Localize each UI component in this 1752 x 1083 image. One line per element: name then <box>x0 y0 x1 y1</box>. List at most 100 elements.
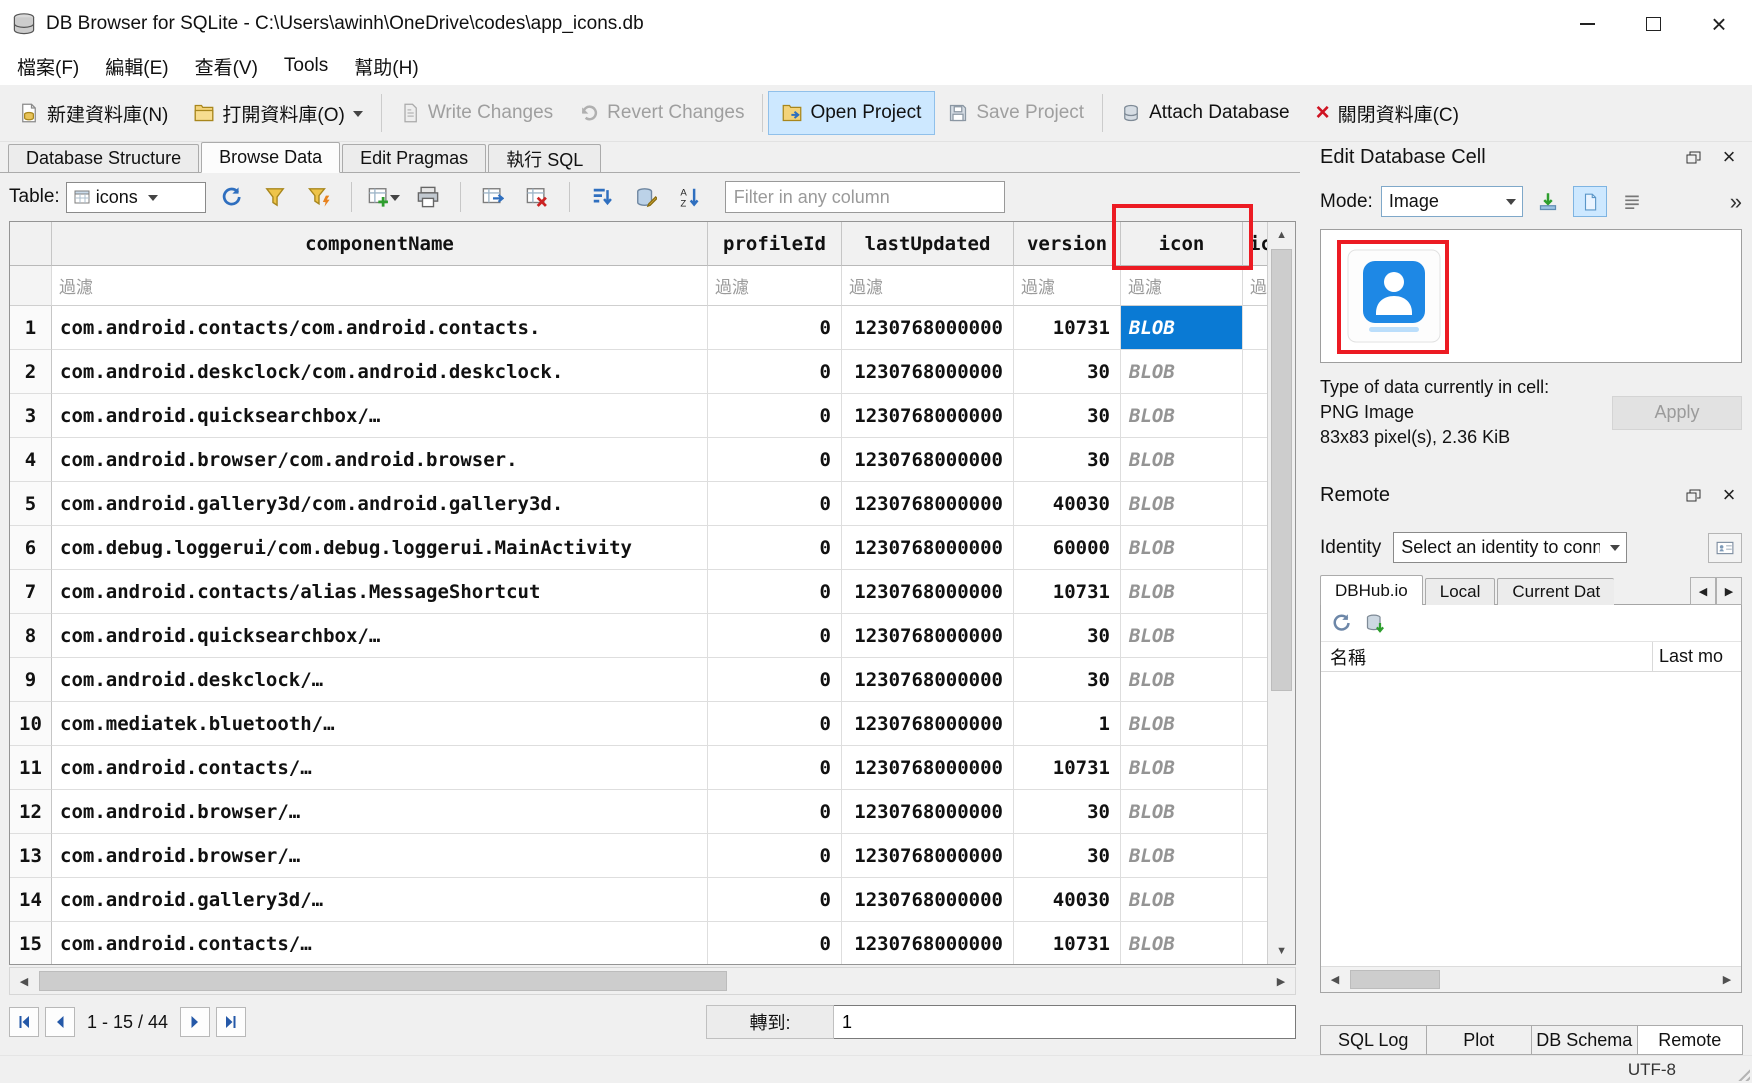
cell-icon[interactable]: BLOB <box>1121 570 1243 614</box>
cell-componentName[interactable]: com.android.quicksearchbox/… <box>52 394 708 438</box>
cell-version[interactable]: 40030 <box>1014 878 1121 922</box>
cell-componentName[interactable]: com.android.gallery3d/com.android.galler… <box>52 482 708 526</box>
cell-profileId[interactable]: 0 <box>708 658 842 702</box>
new-record-dropdown-caret[interactable] <box>390 195 400 206</box>
cell-version[interactable]: 10731 <box>1014 306 1121 350</box>
horizontal-scroll-thumb[interactable] <box>39 971 727 991</box>
cell-overflow[interactable] <box>1243 570 1267 614</box>
identity-settings-button[interactable] <box>1708 533 1742 563</box>
cell-lastUpdated[interactable]: 1230768000000 <box>842 614 1014 658</box>
cell-version[interactable]: 30 <box>1014 658 1121 702</box>
previous-page-button[interactable] <box>45 1007 75 1037</box>
horizontal-scroll-track[interactable] <box>38 968 1267 994</box>
cell-profileId[interactable]: 0 <box>708 790 842 834</box>
cell-lastUpdated[interactable]: 1230768000000 <box>842 394 1014 438</box>
cell-icon[interactable]: BLOB <box>1121 922 1243 964</box>
close-panel-button[interactable]: × <box>1716 146 1742 168</box>
new-database-button[interactable]: 新建資料庫(N) <box>6 91 181 135</box>
cell-icon[interactable]: BLOB <box>1121 482 1243 526</box>
menu-tools[interactable]: Tools <box>271 47 341 85</box>
cell-overflow[interactable] <box>1243 614 1267 658</box>
tab-browse-data[interactable]: Browse Data <box>201 142 340 173</box>
corner-header-cell[interactable] <box>10 222 52 266</box>
open-project-button[interactable]: Open Project <box>768 91 935 135</box>
refresh-button[interactable] <box>212 179 250 215</box>
cell-componentName[interactable]: com.android.contacts/com.android.contact… <box>52 306 708 350</box>
tab-scroll-right-button[interactable]: ▶ <box>1716 577 1742 605</box>
delete-record-button[interactable] <box>518 179 556 215</box>
menu-edit[interactable]: 編輯(E) <box>92 47 181 85</box>
menu-help[interactable]: 幫助(H) <box>341 47 431 85</box>
cell-version[interactable]: 10731 <box>1014 922 1121 964</box>
cell-overflow[interactable] <box>1243 922 1267 964</box>
row-number[interactable]: 13 <box>10 834 52 878</box>
cell-overflow[interactable] <box>1243 702 1267 746</box>
close-button[interactable]: × <box>1686 0 1752 47</box>
cell-componentName[interactable]: com.android.browser/… <box>52 834 708 878</box>
row-number[interactable]: 10 <box>10 702 52 746</box>
remote-horizontal-scrollbar[interactable]: ◀ ▶ <box>1321 966 1741 992</box>
undock-panel-button[interactable] <box>1680 146 1706 168</box>
cell-overflow[interactable] <box>1243 350 1267 394</box>
cell-componentName[interactable]: com.debug.loggerui/com.debug.loggerui.Ma… <box>52 526 708 570</box>
cell-version[interactable]: 10731 <box>1014 570 1121 614</box>
minimize-button[interactable] <box>1554 0 1620 47</box>
cell-profileId[interactable]: 0 <box>708 526 842 570</box>
filter-input-version[interactable]: 過濾 <box>1014 266 1121 306</box>
row-number[interactable]: 6 <box>10 526 52 570</box>
mode-select[interactable]: Image <box>1381 186 1523 217</box>
cell-overflow[interactable] <box>1243 834 1267 878</box>
horizontal-scrollbar[interactable]: ◀ ▶ <box>9 967 1296 995</box>
dock-tab-sql-log[interactable]: SQL Log <box>1320 1025 1427 1055</box>
cell-version[interactable]: 30 <box>1014 834 1121 878</box>
scroll-down-button[interactable]: ▼ <box>1268 938 1295 964</box>
cell-componentName[interactable]: com.android.browser/… <box>52 790 708 834</box>
cell-componentName[interactable]: com.android.deskclock/com.android.deskcl… <box>52 350 708 394</box>
tab-edit-pragmas[interactable]: Edit Pragmas <box>342 144 486 172</box>
cell-version[interactable]: 30 <box>1014 614 1121 658</box>
cell-componentName[interactable]: com.android.contacts/… <box>52 922 708 964</box>
row-number[interactable]: 8 <box>10 614 52 658</box>
tab-database-structure[interactable]: Database Structure <box>8 144 199 172</box>
cell-profileId[interactable]: 0 <box>708 614 842 658</box>
filter-input-componentName[interactable]: 過濾 <box>52 266 708 306</box>
tab-scroll-left-button[interactable]: ◀ <box>1690 577 1716 605</box>
tab-execute-sql[interactable]: 執行 SQL <box>488 144 601 172</box>
column-header-componentName[interactable]: componentName <box>52 222 708 266</box>
cell-lastUpdated[interactable]: 1230768000000 <box>842 922 1014 964</box>
remote-clone-database-button[interactable] <box>1365 613 1385 633</box>
cell-profileId[interactable]: 0 <box>708 746 842 790</box>
cell-version[interactable]: 30 <box>1014 350 1121 394</box>
cell-version[interactable]: 30 <box>1014 790 1121 834</box>
cell-profileId[interactable]: 0 <box>708 394 842 438</box>
last-page-button[interactable] <box>216 1007 246 1037</box>
close-panel-button[interactable]: × <box>1716 484 1742 506</box>
edit-database-button[interactable] <box>627 179 665 215</box>
cell-version[interactable]: 10731 <box>1014 746 1121 790</box>
apply-button[interactable]: Apply <box>1612 396 1742 430</box>
cell-icon[interactable]: BLOB <box>1121 746 1243 790</box>
cell-overflow[interactable] <box>1243 394 1267 438</box>
open-database-dropdown-caret[interactable] <box>353 111 363 122</box>
write-changes-button[interactable]: Write Changes <box>387 91 566 135</box>
remote-tab-dbhub[interactable]: DBHub.io <box>1320 575 1423 605</box>
row-number[interactable]: 12 <box>10 790 52 834</box>
new-record-button[interactable] <box>365 179 403 215</box>
remote-scroll-thumb[interactable] <box>1350 970 1440 989</box>
remote-scroll-track[interactable] <box>1349 967 1713 992</box>
cell-profileId[interactable]: 0 <box>708 878 842 922</box>
word-wrap-button[interactable] <box>1615 186 1649 217</box>
scroll-left-button[interactable]: ◀ <box>1321 967 1349 992</box>
column-header-icon[interactable]: icon <box>1121 222 1243 266</box>
scroll-right-button[interactable]: ▶ <box>1713 967 1741 992</box>
dock-tab-remote[interactable]: Remote <box>1637 1025 1744 1055</box>
sort-ascending-button[interactable] <box>583 179 621 215</box>
row-number[interactable]: 3 <box>10 394 52 438</box>
filter-input-icon[interactable]: 過濾 <box>1121 266 1243 306</box>
cell-version[interactable]: 60000 <box>1014 526 1121 570</box>
close-database-button[interactable]: × 關閉資料庫(C) <box>1303 91 1472 135</box>
cell-componentName[interactable]: com.android.quicksearchbox/… <box>52 614 708 658</box>
column-header-lastUpdated[interactable]: lastUpdated <box>842 222 1014 266</box>
cell-lastUpdated[interactable]: 1230768000000 <box>842 790 1014 834</box>
resize-grip[interactable] <box>1735 1066 1750 1081</box>
